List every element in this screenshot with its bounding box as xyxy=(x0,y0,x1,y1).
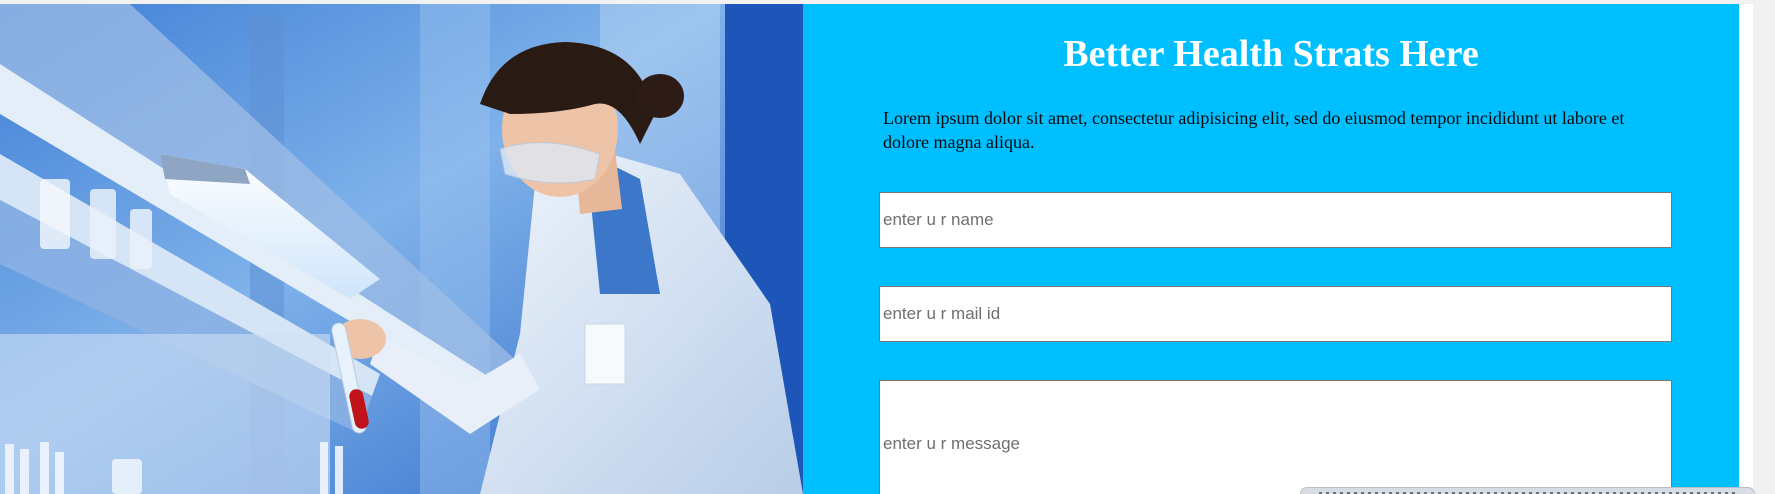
page-scrollbar[interactable] xyxy=(1753,0,1775,494)
form-title: Better Health Strats Here xyxy=(1063,33,1479,75)
form-intro: Lorem ipsum dolor sit amet, consectetur … xyxy=(883,108,1625,152)
page: Better Health Strats Here Lorem ipsum do… xyxy=(0,0,1775,494)
contact-form-panel: Better Health Strats Here Lorem ipsum do… xyxy=(803,4,1739,494)
email-input[interactable] xyxy=(879,286,1672,342)
page-gutter xyxy=(1739,4,1753,494)
hero-photo xyxy=(0,4,803,494)
message-textarea[interactable] xyxy=(879,380,1672,494)
name-input[interactable] xyxy=(879,192,1672,248)
floating-status-bar xyxy=(1300,487,1755,494)
